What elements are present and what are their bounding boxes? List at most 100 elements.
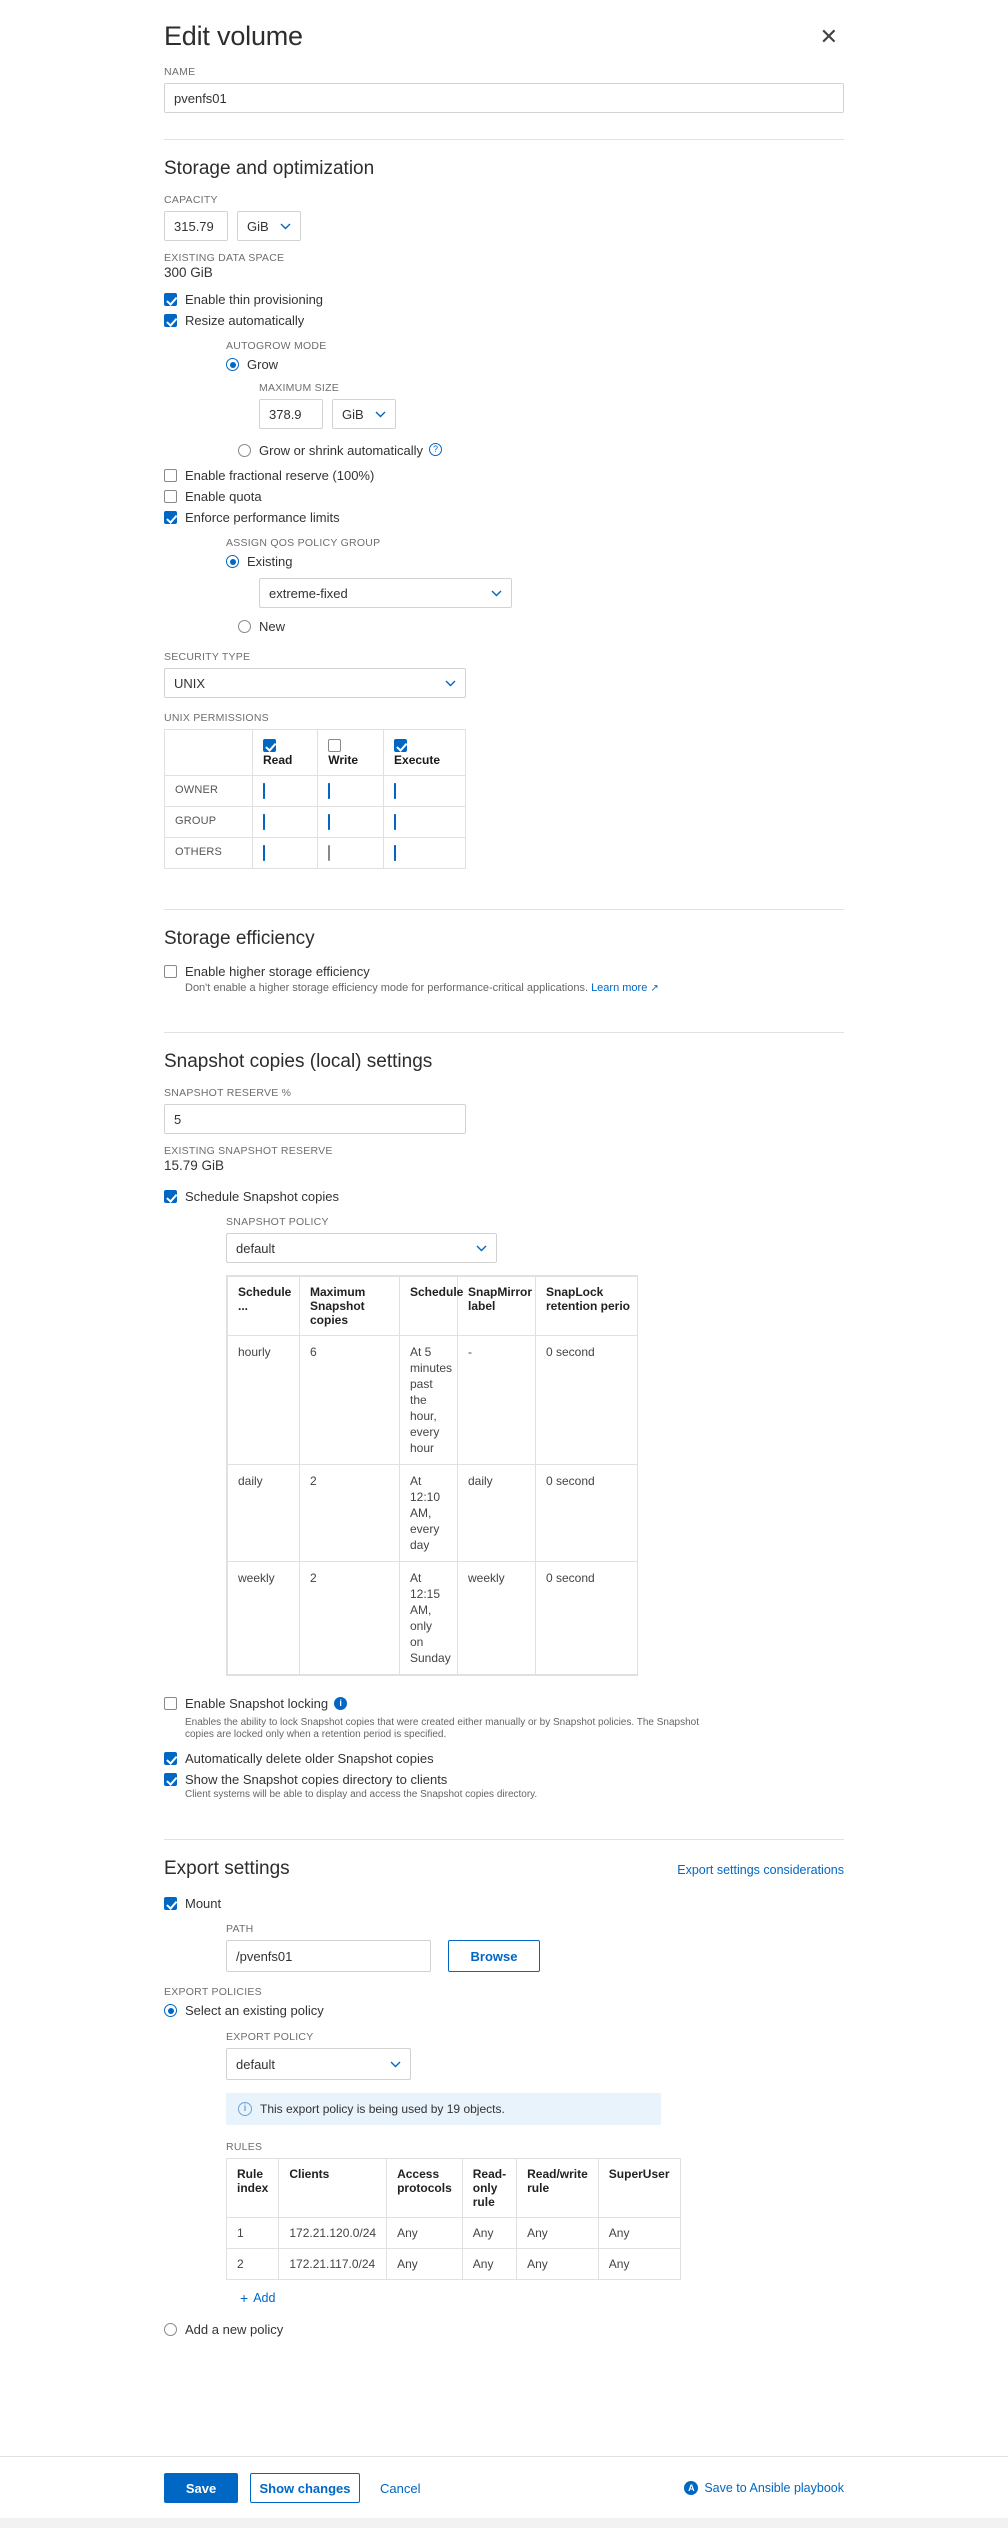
snap-row-2-snaplock: 0 second bbox=[535, 1561, 637, 1675]
enable-quota-row[interactable]: Enable quota bbox=[164, 489, 844, 504]
autogrow-grow-radio[interactable] bbox=[226, 358, 239, 371]
cancel-button[interactable]: Cancel bbox=[372, 2481, 428, 2496]
higher-storage-efficiency-row[interactable]: Enable higher storage efficiency Don't e… bbox=[164, 964, 844, 996]
enforce-performance-limits-checkbox[interactable] bbox=[164, 511, 177, 524]
path-group: PATH /pvenfs01 Browse bbox=[226, 1923, 844, 1972]
enforce-performance-limits-label: Enforce performance limits bbox=[185, 510, 340, 525]
fractional-reserve-checkbox[interactable] bbox=[164, 469, 177, 482]
schedule-snapshot-row[interactable]: Schedule Snapshot copies bbox=[164, 1189, 844, 1204]
table-row: OWNER bbox=[164, 775, 466, 807]
perm-header-execute-checkbox[interactable] bbox=[394, 739, 408, 752]
help-icon[interactable]: ? bbox=[429, 443, 442, 456]
add-new-policy-row[interactable]: Add a new policy bbox=[164, 2322, 844, 2337]
perm-owner-read-cell bbox=[251, 775, 319, 807]
browse-button[interactable]: Browse bbox=[448, 1940, 540, 1972]
perm-others-write-checkbox[interactable] bbox=[328, 845, 331, 861]
snap-row-0-schedule: At 5 minutes past the hour, every hour bbox=[399, 1335, 458, 1465]
perm-others-execute-checkbox[interactable] bbox=[394, 845, 397, 861]
qos-policy-select[interactable]: extreme-fixed bbox=[259, 578, 512, 608]
add-new-policy-radio[interactable] bbox=[164, 2323, 177, 2336]
resize-automatically-row[interactable]: Resize automatically bbox=[164, 313, 844, 328]
qos-policy-value: extreme-fixed bbox=[269, 585, 348, 601]
perm-col-write-label: Write bbox=[328, 753, 359, 767]
export-policy-select[interactable]: default bbox=[226, 2048, 411, 2080]
name-field-group: NAME pvenfs01 bbox=[164, 66, 844, 113]
perm-others-read-cell bbox=[251, 837, 319, 869]
add-rule-button[interactable]: + Add bbox=[226, 2280, 661, 2306]
qos-existing-radio[interactable] bbox=[226, 555, 239, 568]
mount-row[interactable]: Mount bbox=[164, 1896, 844, 1911]
higher-storage-efficiency-checkbox[interactable] bbox=[164, 965, 177, 978]
rules-col-clients: Clients bbox=[278, 2158, 388, 2218]
schedule-snapshot-checkbox[interactable] bbox=[164, 1190, 177, 1203]
show-changes-button[interactable]: Show changes bbox=[250, 2473, 360, 2503]
snapshot-policy-select[interactable]: default bbox=[226, 1233, 497, 1263]
perm-group-read-checkbox[interactable] bbox=[263, 814, 265, 830]
maximum-size-input[interactable]: 378.9 bbox=[259, 399, 323, 429]
show-dir-checkbox[interactable] bbox=[164, 1773, 177, 1786]
mount-checkbox[interactable] bbox=[164, 1897, 177, 1910]
export-considerations-link[interactable]: Export settings considerations bbox=[677, 1863, 844, 1877]
perm-header-write-checkbox[interactable] bbox=[328, 739, 342, 752]
snap-row-2-max: 2 bbox=[299, 1561, 400, 1675]
snap-row-2-name: weekly bbox=[227, 1561, 300, 1675]
rules-row-0-index: 1 bbox=[225, 2217, 280, 2249]
snapshot-locking-desc: Enables the ability to lock Snapshot cop… bbox=[185, 1717, 700, 1740]
perm-row-owner-label: OWNER bbox=[164, 775, 253, 807]
snapshot-reserve-input[interactable]: 5 bbox=[164, 1104, 466, 1134]
close-icon[interactable]: ✕ bbox=[814, 22, 844, 52]
path-input[interactable]: /pvenfs01 bbox=[226, 1940, 431, 1972]
path-label: PATH bbox=[226, 1923, 254, 1935]
perm-owner-execute-checkbox[interactable] bbox=[394, 783, 397, 799]
qos-new-row[interactable]: New bbox=[238, 619, 844, 634]
dialog-footer: Save Show changes Cancel A Save to Ansib… bbox=[0, 2456, 1008, 2518]
save-to-ansible-playbook-button[interactable]: A Save to Ansible playbook bbox=[684, 2481, 844, 2495]
capacity-unit-select[interactable]: GiB bbox=[237, 211, 301, 241]
thin-provisioning-checkbox[interactable] bbox=[164, 293, 177, 306]
name-label: NAME bbox=[164, 66, 196, 78]
grow-or-shrink-row[interactable]: Grow or shrink automatically ? bbox=[238, 443, 844, 458]
perm-owner-read-checkbox[interactable] bbox=[263, 783, 265, 799]
select-existing-policy-radio[interactable] bbox=[164, 2004, 177, 2017]
snap-col-schedule: Schedule bbox=[399, 1276, 463, 1336]
perm-owner-write-checkbox[interactable] bbox=[328, 783, 331, 799]
snapshot-reserve-label: SNAPSHOT RESERVE % bbox=[164, 1087, 292, 1099]
perm-col-write: Write bbox=[317, 729, 385, 776]
maximum-size-unit-select[interactable]: GiB bbox=[332, 399, 396, 429]
perm-header-read-checkbox[interactable] bbox=[263, 739, 276, 752]
perm-group-execute-checkbox[interactable] bbox=[394, 814, 397, 830]
perm-group-execute-cell bbox=[383, 806, 466, 838]
security-type-group: SECURITY TYPE UNIX bbox=[164, 651, 844, 698]
table-header-row: Schedule ... Maximum Snapshot copies Sch… bbox=[227, 1276, 637, 1336]
auto-delete-row[interactable]: Automatically delete older Snapshot copi… bbox=[164, 1751, 844, 1766]
table-header-row: Rule index Clients Access protocols Read… bbox=[225, 2158, 681, 2218]
snapshot-locking-checkbox[interactable] bbox=[164, 1697, 177, 1710]
capacity-input[interactable]: 315.79 bbox=[164, 211, 228, 241]
show-dir-row[interactable]: Show the Snapshot copies directory to cl… bbox=[164, 1772, 844, 1801]
select-existing-policy-row[interactable]: Select an existing policy bbox=[164, 2003, 844, 2018]
enforce-performance-limits-row[interactable]: Enforce performance limits bbox=[164, 510, 844, 525]
grow-or-shrink-radio[interactable] bbox=[238, 444, 251, 457]
enable-quota-checkbox[interactable] bbox=[164, 490, 177, 503]
qos-new-radio[interactable] bbox=[238, 620, 251, 633]
existing-data-space-value: 300 GiB bbox=[164, 265, 213, 280]
dialog-header: Edit volume ✕ bbox=[164, 0, 844, 52]
info-icon[interactable]: i bbox=[334, 1697, 348, 1710]
snapshot-locking-row[interactable]: Enable Snapshot locking i bbox=[164, 1696, 844, 1711]
auto-delete-checkbox[interactable] bbox=[164, 1752, 177, 1765]
name-input[interactable]: pvenfs01 bbox=[164, 83, 844, 113]
snap-row-1-name: daily bbox=[227, 1464, 300, 1562]
thin-provisioning-row[interactable]: Enable thin provisioning bbox=[164, 292, 844, 307]
security-type-select[interactable]: UNIX bbox=[164, 668, 466, 698]
save-button[interactable]: Save bbox=[164, 2473, 238, 2503]
resize-automatically-checkbox[interactable] bbox=[164, 314, 177, 327]
export-policy-value: default bbox=[236, 2056, 276, 2072]
show-dir-desc: Client systems will be able to display a… bbox=[185, 1789, 538, 1800]
perm-others-read-checkbox[interactable] bbox=[263, 845, 265, 861]
assign-qos-label: ASSIGN QOS POLICY GROUP bbox=[226, 537, 381, 549]
learn-more-link[interactable]: Learn more bbox=[591, 982, 647, 994]
autogrow-grow-row[interactable]: Grow bbox=[226, 357, 844, 372]
qos-existing-row[interactable]: Existing bbox=[226, 554, 844, 569]
fractional-reserve-row[interactable]: Enable fractional reserve (100%) bbox=[164, 468, 844, 483]
perm-group-write-checkbox[interactable] bbox=[328, 814, 331, 830]
